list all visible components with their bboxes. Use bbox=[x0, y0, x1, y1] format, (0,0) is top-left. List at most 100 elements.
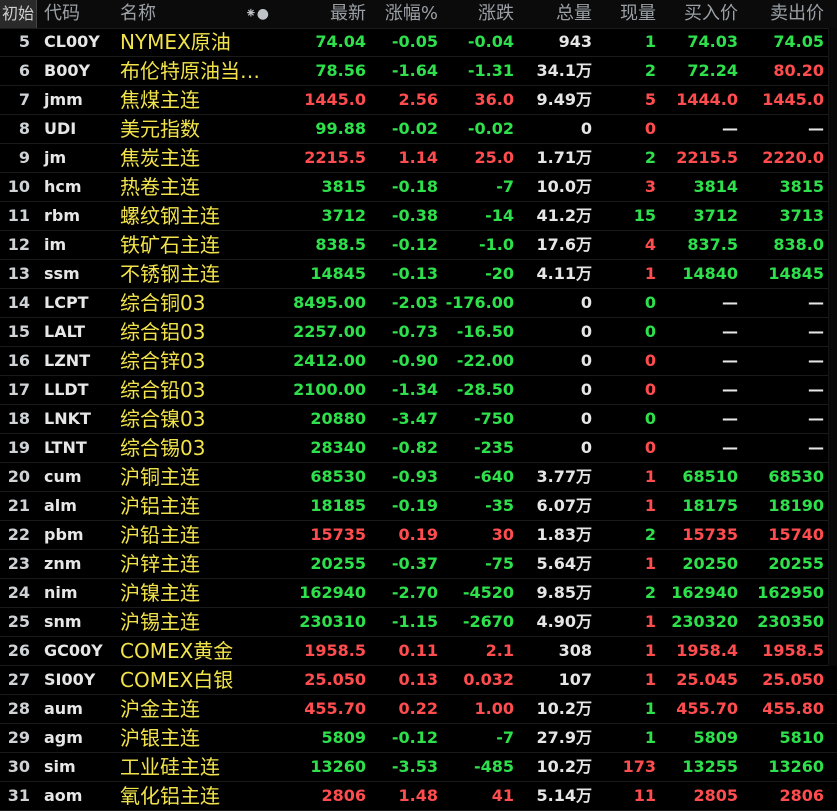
row-index: 13 bbox=[7, 264, 30, 283]
table-row[interactable]: 15 LALT 综合铝03 2257.00 -0.73 -16.50 0 0 — — bbox=[0, 318, 837, 347]
instrument-code: LNKT bbox=[44, 409, 91, 428]
current-volume: 0 bbox=[644, 119, 656, 138]
current-volume: 1 bbox=[644, 699, 656, 718]
change-amount: 30 bbox=[491, 525, 514, 544]
last-price: 5809 bbox=[321, 728, 366, 747]
table-row[interactable]: 9 jm 焦炭主连 2215.5 1.14 25.0 1.71万 2 2215.5 2220.0 bbox=[0, 144, 837, 173]
ask-price: 2806 bbox=[779, 786, 824, 805]
volume: 10.2万 bbox=[536, 699, 592, 718]
table-row[interactable]: 10 hcm 热卷主连 3815 -0.18 -7 10.0万 3 3814 3815 bbox=[0, 173, 837, 202]
bid-price: 162940 bbox=[671, 583, 738, 602]
volume: 10.2万 bbox=[536, 757, 592, 776]
instrument-name: NYMEX原油 bbox=[120, 30, 231, 54]
table-row[interactable]: 31 aom 氧化铝主连 2806 1.48 41 5.14万 11 2805 2806 bbox=[0, 782, 837, 811]
change-percent: -0.12 bbox=[391, 728, 438, 747]
ask-price: — bbox=[808, 293, 824, 312]
change-amount: -176.00 bbox=[445, 293, 514, 312]
table-row[interactable]: 27 SI00Y COMEX白银 25.050 0.13 0.032 107 1 25.045 2… bbox=[0, 666, 837, 695]
table-row[interactable]: 7 jmm 焦煤主连 1445.0 2.56 36.0 9.49万 5 1444.0 1445.0 bbox=[0, 86, 837, 115]
ask-price: 162950 bbox=[757, 583, 824, 602]
instrument-name: 综合铜03 bbox=[120, 291, 206, 315]
table-row[interactable]: 14 LCPT 综合铜03 8495.00 -2.03 -176.00 0 0 — — bbox=[0, 289, 837, 318]
change-percent: -0.02 bbox=[391, 119, 438, 138]
last-price: 1445.0 bbox=[304, 90, 366, 109]
table-row[interactable]: 17 LLDT 综合铅03 2100.00 -1.34 -28.50 0 0 — — bbox=[0, 376, 837, 405]
table-row[interactable]: 26 GC00Y COMEX黄金 1958.5 0.11 2.1 308 1 1958.4 195… bbox=[0, 637, 837, 666]
instrument-name: 沪镍主连 bbox=[120, 581, 200, 605]
last-price: 838.5 bbox=[315, 235, 366, 254]
table-row[interactable]: 16 LZNT 综合锌03 2412.00 -0.90 -22.00 0 0 — — bbox=[0, 347, 837, 376]
table-row[interactable]: 5 CL00Y NYMEX原油 74.04 -0.05 -0.04 943 1 74.03 74.… bbox=[0, 28, 837, 57]
change-amount: -7 bbox=[496, 728, 514, 747]
column-header-now[interactable]: 现量 bbox=[598, 0, 656, 28]
change-percent: -0.93 bbox=[391, 467, 438, 486]
table-row[interactable]: 24 nim 沪镍主连 162940 -2.70 -4520 9.85万 2 162940 162… bbox=[0, 579, 837, 608]
instrument-code: rbm bbox=[44, 206, 81, 225]
bid-price: — bbox=[722, 380, 738, 399]
table-row[interactable]: 23 znm 沪锌主连 20255 -0.37 -75 5.64万 1 20250 20255 bbox=[0, 550, 837, 579]
volume: 27.9万 bbox=[536, 728, 592, 747]
ask-price: 230350 bbox=[757, 612, 824, 631]
instrument-name: 沪铝主连 bbox=[120, 494, 200, 518]
current-volume: 1 bbox=[644, 264, 656, 283]
table-row[interactable]: 30 sim 工业硅主连 13260 -3.53 -485 10.2万 173 13255 132… bbox=[0, 753, 837, 782]
column-header-bid[interactable]: 买入价 bbox=[660, 0, 738, 28]
row-index: 31 bbox=[7, 786, 30, 805]
last-price: 28340 bbox=[310, 438, 366, 457]
bid-price: 5809 bbox=[693, 728, 738, 747]
table-row[interactable]: 13 ssm 不锈钢主连 14845 -0.13 -20 4.11万 1 14840 14845 bbox=[0, 260, 837, 289]
table-row[interactable]: 12 im 铁矿石主连 838.5 -0.12 -1.0 17.6万 4 837.5 838.0 bbox=[0, 231, 837, 260]
change-percent: 0.22 bbox=[398, 699, 438, 718]
instrument-name: 铁矿石主连 bbox=[120, 233, 220, 257]
change-percent: 2.56 bbox=[398, 90, 438, 109]
table-row[interactable]: 18 LNKT 综合镍03 20880 -3.47 -750 0 0 — — bbox=[0, 405, 837, 434]
scrollbar[interactable] bbox=[828, 28, 837, 666]
volume: 9.85万 bbox=[536, 583, 592, 602]
table-row[interactable]: 29 agm 沪银主连 5809 -0.12 -7 27.9万 1 5809 5810 bbox=[0, 724, 837, 753]
volume: 6.07万 bbox=[536, 496, 592, 515]
last-price: 230310 bbox=[299, 612, 366, 631]
column-header-last[interactable]: 最新 bbox=[280, 0, 366, 28]
table-row[interactable]: 20 cum 沪铜主连 68530 -0.93 -640 3.77万 1 68510 68530 bbox=[0, 463, 837, 492]
table-row[interactable]: 21 alm 沪铝主连 18185 -0.19 -35 6.07万 1 18175 18190 bbox=[0, 492, 837, 521]
instrument-code: pbm bbox=[44, 525, 84, 544]
table-row[interactable]: 19 LTNT 综合锡03 28340 -0.82 -235 0 0 — — bbox=[0, 434, 837, 463]
row-index: 5 bbox=[18, 32, 30, 51]
last-price: 8495.00 bbox=[293, 293, 366, 312]
current-volume: 11 bbox=[633, 786, 656, 805]
table-header: 初始 代码 名称 ⁕● 最新 涨幅% 涨跌 总量 现量 买入价 卖出价 bbox=[0, 0, 837, 29]
table-row[interactable]: 22 pbm 沪铅主连 15735 0.19 30 1.83万 2 15735 15740 bbox=[0, 521, 837, 550]
ask-price: 2220.0 bbox=[762, 148, 824, 167]
row-index: 25 bbox=[7, 612, 30, 631]
instrument-name: 综合锡03 bbox=[120, 436, 206, 460]
current-volume: 1 bbox=[644, 496, 656, 515]
column-header-name[interactable]: 名称 bbox=[120, 0, 180, 28]
settings-icons[interactable]: ⁕● bbox=[242, 0, 272, 28]
column-header-chg[interactable]: 涨跌 bbox=[442, 0, 514, 28]
instrument-name: 热卷主连 bbox=[120, 175, 200, 199]
instrument-code: LALT bbox=[44, 322, 86, 341]
column-header-pct[interactable]: 涨幅% bbox=[370, 0, 438, 28]
instrument-name: 布伦特原油当… bbox=[120, 59, 260, 83]
table-row[interactable]: 11 rbm 螺纹钢主连 3712 -0.38 -14 41.2万 15 3712 3713 bbox=[0, 202, 837, 231]
table-row[interactable]: 8 UDI 美元指数 99.88 -0.02 -0.02 0 0 — — bbox=[0, 115, 837, 144]
instrument-code: cum bbox=[44, 467, 82, 486]
ask-price: — bbox=[808, 438, 824, 457]
table-row[interactable]: 28 aum 沪金主连 455.70 0.22 1.00 10.2万 1 455.70 455.8… bbox=[0, 695, 837, 724]
bid-price: 74.03 bbox=[687, 32, 738, 51]
instrument-name: 沪铅主连 bbox=[120, 523, 200, 547]
column-header-ask[interactable]: 卖出价 bbox=[744, 0, 824, 28]
volume: 0 bbox=[580, 438, 592, 457]
change-percent: -2.70 bbox=[391, 583, 438, 602]
ask-price: 5810 bbox=[779, 728, 824, 747]
table-row[interactable]: 6 B00Y 布伦特原油当… 78.56 -1.64 -1.31 34.1万 2 72.24 80… bbox=[0, 57, 837, 86]
instrument-code: LLDT bbox=[44, 380, 89, 399]
change-amount: 1.00 bbox=[474, 699, 514, 718]
reset-sort-button[interactable]: 初始 bbox=[0, 0, 37, 28]
change-amount: -1.31 bbox=[467, 61, 514, 80]
change-percent: 0.19 bbox=[398, 525, 438, 544]
bid-price: 837.5 bbox=[687, 235, 738, 254]
column-header-code[interactable]: 代码 bbox=[44, 0, 104, 28]
column-header-vol[interactable]: 总量 bbox=[520, 0, 592, 28]
table-row[interactable]: 25 snm 沪锡主连 230310 -1.15 -2670 4.90万 1 230320 230… bbox=[0, 608, 837, 637]
